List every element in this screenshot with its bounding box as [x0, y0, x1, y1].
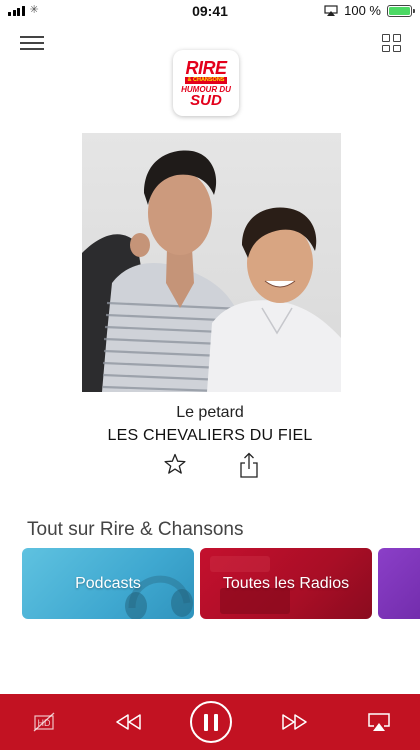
hamburger-menu-icon[interactable]: [20, 34, 44, 52]
fast-forward-icon[interactable]: [279, 694, 309, 750]
pause-button[interactable]: [189, 694, 233, 750]
hd-off-icon[interactable]: HD: [30, 694, 58, 750]
pause-icon: [190, 701, 232, 743]
track-subtitle: Le petard: [176, 404, 244, 421]
share-icon[interactable]: [238, 452, 260, 478]
all-radios-card-label: Toutes les Radios: [222, 574, 350, 592]
status-bar: ✳ 09:41 100 %: [0, 0, 420, 22]
status-right: 100 %: [324, 3, 415, 18]
logo-sud-text: SUD: [190, 92, 222, 109]
category-carousel[interactable]: Podcasts Toutes les Radios: [22, 548, 420, 620]
section-title: Tout sur Rire & Chansons: [27, 519, 244, 540]
battery-icon: [387, 4, 415, 17]
battery-percent: 100 %: [344, 3, 381, 18]
airplay-status-icon: [324, 4, 338, 16]
cover-photo: [82, 150, 341, 392]
rewind-icon[interactable]: [114, 694, 144, 750]
track-title: LES CHEVALIERS DU FIEL: [107, 427, 313, 444]
cover-art: [82, 133, 341, 392]
player-bar: HD: [0, 694, 420, 750]
logo-chansons-text: & CHANSONS: [184, 77, 228, 84]
favorite-star-icon[interactable]: [164, 453, 186, 475]
logo-rire-text: RIRE: [185, 58, 227, 78]
podcasts-card-label: Podcasts: [75, 574, 141, 592]
all-radios-card[interactable]: Toutes les Radios: [200, 548, 372, 619]
third-category-card[interactable]: [378, 548, 420, 619]
airplay-icon[interactable]: [366, 694, 392, 750]
station-logo: RIRE & CHANSONS HUMOUR DU SUD: [173, 50, 239, 116]
grid-icon[interactable]: [382, 34, 402, 52]
podcasts-card[interactable]: Podcasts: [22, 548, 194, 619]
